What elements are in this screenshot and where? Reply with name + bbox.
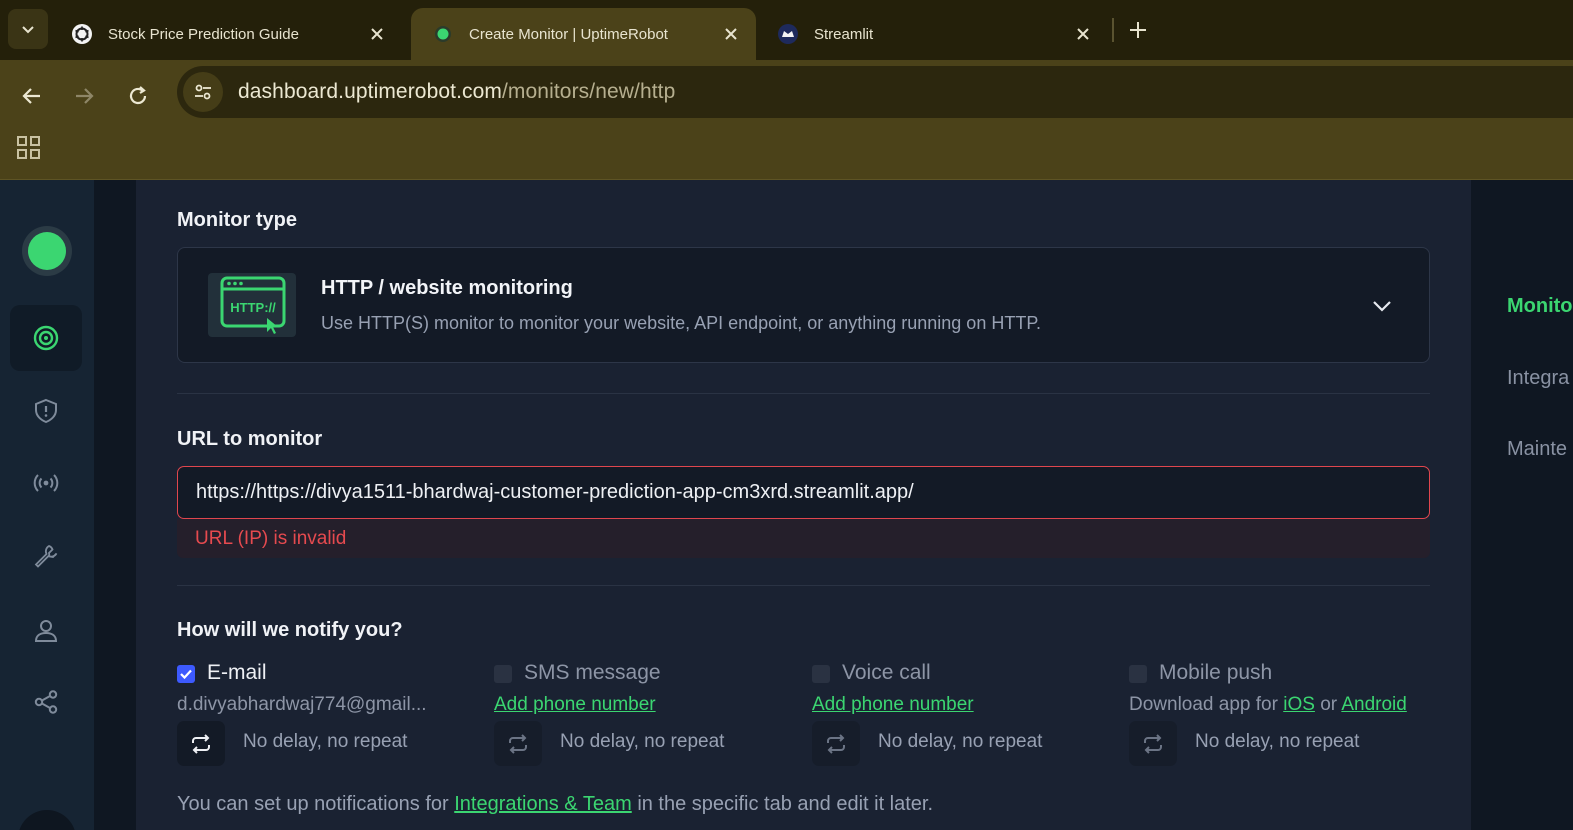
sidebar-item-monitoring[interactable]: [10, 305, 82, 371]
app-sidebar: [0, 180, 94, 830]
email-repeat-label: No delay, no repeat: [243, 731, 408, 752]
repeat-icon: [509, 733, 527, 754]
repeat-icon: [192, 733, 210, 754]
http-monitor-icon: HTTP://: [208, 273, 296, 337]
push-download-prefix: Download app for: [1129, 694, 1278, 715]
tab-separator: [1112, 18, 1114, 42]
url-path: /monitors/new/http: [502, 80, 676, 103]
ios-link[interactable]: iOS: [1283, 694, 1315, 715]
share-nodes-icon: [34, 690, 58, 714]
tab-streamlit[interactable]: Streamlit: [756, 8, 1108, 60]
page-gutter-right: [1471, 180, 1573, 830]
streamlit-icon: [776, 22, 800, 46]
tab-create-monitor[interactable]: Create Monitor | UptimeRobot: [411, 8, 756, 60]
section-divider: [177, 585, 1430, 586]
close-icon[interactable]: [366, 23, 388, 45]
user-icon: [34, 620, 58, 642]
notify-heading: How will we notify you?: [177, 619, 403, 641]
site-settings-icon[interactable]: [183, 72, 223, 112]
sidebar-item-maintenance[interactable]: [10, 523, 82, 589]
voice-checkbox[interactable]: [812, 665, 830, 683]
push-repeat-label: No delay, no repeat: [1195, 731, 1360, 752]
sidebar-item-status-pages[interactable]: [10, 450, 82, 516]
push-download-text: Download app for iOS or Android: [1129, 694, 1407, 716]
new-tab-button[interactable]: [1122, 14, 1154, 46]
sms-repeat-label: No delay, no repeat: [560, 731, 725, 752]
email-label: E-mail: [207, 661, 267, 684]
push-checkbox[interactable]: [1129, 665, 1147, 683]
back-button[interactable]: [14, 78, 50, 114]
check-icon: [180, 669, 192, 680]
tab-title: Stock Price Prediction Guide: [108, 25, 299, 43]
push-label: Mobile push: [1159, 661, 1273, 684]
page-gutter-left: [94, 180, 136, 830]
arrow-left-icon: [22, 88, 40, 104]
monitor-type-select[interactable]: HTTP:// HTTP / website monitoring Use HT…: [177, 247, 1430, 363]
sms-checkbox[interactable]: [494, 665, 512, 683]
chevron-down-icon: [1373, 301, 1391, 312]
user-avatar[interactable]: [18, 810, 76, 830]
monitor-type-heading: Monitor type: [177, 209, 297, 231]
monitor-type-description: Use HTTP(S) monitor to monitor your webs…: [321, 313, 1041, 333]
plus-icon: [1130, 22, 1146, 38]
sms-label: SMS message: [524, 661, 661, 684]
rightnav-item-monitor[interactable]: Monito: [1507, 295, 1573, 318]
voice-repeat-button[interactable]: [812, 721, 860, 766]
arrow-right-icon: [76, 88, 94, 104]
footer-prefix: You can set up notifications for: [177, 793, 449, 815]
sidebar-item-incidents[interactable]: [10, 378, 82, 444]
notify-footer-text: You can set up notifications for Integra…: [177, 793, 933, 816]
browser-tab-bar: Stock Price Prediction Guide Create Moni…: [0, 0, 1573, 60]
monitoring-icon: [33, 325, 59, 351]
section-divider: [177, 393, 1430, 394]
integrations-team-link[interactable]: Integrations & Team: [454, 793, 632, 815]
email-address: d.divyabhardwaj774@gmail...: [177, 694, 427, 715]
sidebar-item-team[interactable]: [10, 597, 82, 663]
footer-suffix: in the specific tab and edit it later.: [637, 793, 934, 815]
url-input-value: https://https://divya1511-bhardwaj-custo…: [196, 481, 914, 503]
url-heading: URL to monitor: [177, 428, 323, 450]
push-repeat-button[interactable]: [1129, 721, 1177, 766]
address-url: dashboard.uptimerobot.com/monitors/new/h…: [238, 80, 675, 104]
close-icon[interactable]: [1072, 23, 1094, 45]
tab-title: Create Monitor | UptimeRobot: [469, 25, 668, 43]
reload-button[interactable]: [120, 78, 156, 114]
push-download-or: or: [1320, 694, 1338, 715]
broadcast-icon: [33, 474, 59, 492]
address-bar[interactable]: dashboard.uptimerobot.com/monitors/new/h…: [177, 66, 1573, 118]
sidebar-item-integrations[interactable]: [10, 669, 82, 735]
http-icon-label: HTTP://: [230, 300, 276, 315]
chevron-down-icon: [22, 26, 34, 34]
rightnav-item-maintenance[interactable]: Mainte: [1507, 438, 1567, 461]
browser-toolbar: dashboard.uptimerobot.com/monitors/new/h…: [0, 60, 1573, 180]
email-repeat-button[interactable]: [177, 721, 225, 766]
url-input[interactable]: https://https://divya1511-bhardwaj-custo…: [177, 466, 1430, 519]
forward-button[interactable]: [66, 78, 102, 114]
url-host: dashboard.uptimerobot.com: [238, 80, 502, 103]
repeat-icon: [1144, 733, 1162, 754]
uptimerobot-icon: [431, 22, 455, 46]
url-error-message: URL (IP) is invalid: [177, 519, 1430, 558]
repeat-icon: [827, 733, 845, 754]
voice-add-phone-link[interactable]: Add phone number: [812, 694, 974, 716]
tab-title: Streamlit: [814, 25, 874, 43]
openai-icon: [70, 22, 94, 46]
tab-search-button[interactable]: [8, 9, 48, 49]
voice-label: Voice call: [842, 661, 931, 684]
android-link[interactable]: Android: [1341, 694, 1407, 715]
reload-icon: [129, 86, 147, 105]
email-checkbox[interactable]: [177, 665, 195, 683]
sms-repeat-button[interactable]: [494, 721, 542, 766]
wrench-icon: [34, 545, 58, 568]
sms-add-phone-link[interactable]: Add phone number: [494, 694, 656, 716]
rightnav-item-integrations[interactable]: Integra: [1507, 367, 1569, 390]
close-icon[interactable]: [720, 23, 742, 45]
uptimerobot-logo[interactable]: [22, 226, 72, 276]
shield-alert-icon: [35, 398, 57, 424]
apps-grid-icon[interactable]: [15, 134, 43, 162]
voice-repeat-label: No delay, no repeat: [878, 731, 1043, 752]
monitor-type-title: HTTP / website monitoring: [321, 277, 573, 299]
tab-stock-price[interactable]: Stock Price Prediction Guide: [50, 8, 402, 60]
